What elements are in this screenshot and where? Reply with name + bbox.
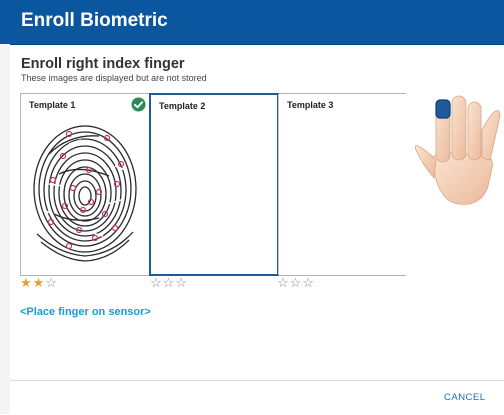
left-edge-strip — [0, 44, 10, 414]
star-empty-icon: ☆ — [277, 275, 290, 290]
dialog-title: Enroll Biometric — [21, 10, 168, 31]
dialog-footer — [10, 380, 504, 415]
star-filled-icon: ★ — [20, 275, 33, 290]
star-empty-icon: ☆ — [150, 275, 163, 290]
place-finger-prompt: <Place finger on sensor> — [20, 306, 151, 318]
star-filled-icon: ★ — [32, 275, 46, 290]
cancel-button[interactable]: CANCEL — [444, 392, 486, 403]
template-2-slot[interactable]: Template 2 — [149, 93, 279, 276]
template-3-slot[interactable]: Template 3 — [278, 94, 406, 275]
template-2-quality-stars: ☆☆☆ — [150, 276, 188, 290]
template-1-slot[interactable]: Template 1 — [21, 94, 150, 275]
star-empty-icon: ☆ — [162, 275, 176, 290]
dialog-titlebar: Enroll Biometric — [0, 0, 504, 45]
fingerprint-image — [33, 125, 137, 262]
star-empty-icon: ☆ — [302, 275, 315, 290]
enroll-subheading: These images are displayed but are not s… — [21, 73, 207, 83]
template-3-quality-stars: ☆☆☆ — [277, 276, 315, 290]
template-1-quality-stars: ★★☆ — [20, 276, 58, 290]
star-empty-icon: ☆ — [45, 275, 58, 290]
star-empty-icon: ☆ — [289, 275, 303, 290]
check-circle-icon — [131, 97, 146, 112]
template-2-label: Template 2 — [159, 101, 206, 111]
right-hand-index-highlight-icon — [414, 95, 501, 205]
enroll-heading: Enroll right index finger — [21, 56, 185, 72]
templates-panel: Template 1 Template 2 Template 3 — [20, 93, 406, 276]
template-1-label: Template 1 — [29, 100, 76, 110]
template-3-label: Template 3 — [287, 100, 334, 110]
star-empty-icon: ☆ — [175, 275, 188, 290]
